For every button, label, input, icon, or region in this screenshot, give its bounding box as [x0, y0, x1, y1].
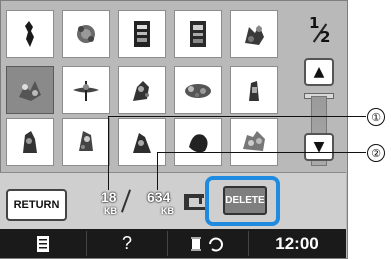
- callout-1-leader: [108, 116, 109, 190]
- clock: 12:00: [249, 229, 345, 258]
- design-thumbnail[interactable]: [62, 10, 110, 58]
- thread-spool-icon: [191, 236, 223, 251]
- embroidery-design-icon: [73, 81, 99, 101]
- help-button[interactable]: ?: [87, 229, 167, 258]
- help-icon: ?: [121, 233, 132, 253]
- embroidery-design-icon: [19, 81, 41, 101]
- callout-2: ②: [367, 144, 385, 162]
- embroidery-design-icon: [245, 25, 264, 45]
- design-thumbnail[interactable]: [230, 66, 278, 114]
- embroidery-design-icon: [23, 131, 37, 153]
- thread-button[interactable]: [168, 229, 248, 258]
- design-thumbnail[interactable]: [174, 66, 222, 114]
- embroidery-design-icon: [133, 81, 149, 101]
- design-size-unit: KB: [104, 206, 117, 216]
- embroidery-design-icon: [185, 84, 211, 98]
- page-indicator: 1 2: [299, 14, 339, 50]
- design-thumbnail[interactable]: [118, 66, 166, 114]
- embroidery-design-icon: [189, 134, 208, 153]
- page-current: 1: [309, 14, 320, 32]
- embroidery-design-icon: [243, 131, 265, 151]
- design-thumbnail[interactable]: [174, 118, 222, 166]
- return-button[interactable]: RETURN: [6, 189, 67, 221]
- embroidery-design-icon: [134, 21, 150, 47]
- scroll-up-button[interactable]: ▲: [304, 58, 334, 86]
- design-thumbnail[interactable]: [62, 118, 110, 166]
- document-icon: [37, 235, 49, 252]
- callout-2-line: [157, 152, 366, 153]
- design-thumbnail[interactable]: [118, 10, 166, 58]
- design-thumbnail[interactable]: [6, 118, 54, 166]
- design-size-value: 18: [101, 189, 117, 205]
- embroidery-design-icon: [190, 21, 206, 47]
- delete-button[interactable]: DELETE: [223, 186, 267, 215]
- design-thumbnail[interactable]: [62, 66, 110, 114]
- embroidery-design-icon: [79, 131, 93, 151]
- design-thumbnail[interactable]: [174, 10, 222, 58]
- design-thumbnail[interactable]: [118, 118, 166, 166]
- document-button[interactable]: [0, 229, 86, 258]
- free-space-unit: KB: [161, 206, 174, 216]
- arrow-up-icon: ▲: [313, 64, 325, 80]
- callout-2-leader: [157, 152, 158, 190]
- callout-1-line: [108, 116, 366, 117]
- design-thumbnail-selected[interactable]: [6, 66, 54, 114]
- callout-1: ①: [367, 108, 385, 126]
- design-thumbnail[interactable]: [230, 10, 278, 58]
- embroidery-design-icon: [77, 25, 95, 43]
- embroidery-design-icon: [25, 21, 34, 47]
- page-total: 2: [320, 28, 331, 46]
- design-thumbnail[interactable]: [6, 10, 54, 58]
- free-space-value: 634: [147, 189, 171, 205]
- embroidery-design-icon: [249, 81, 259, 101]
- clock-time: 12:00: [275, 233, 319, 253]
- scroll-down-button[interactable]: ▼: [304, 133, 334, 161]
- design-thumbnail[interactable]: [230, 118, 278, 166]
- embroidery-design-icon: [133, 133, 151, 153]
